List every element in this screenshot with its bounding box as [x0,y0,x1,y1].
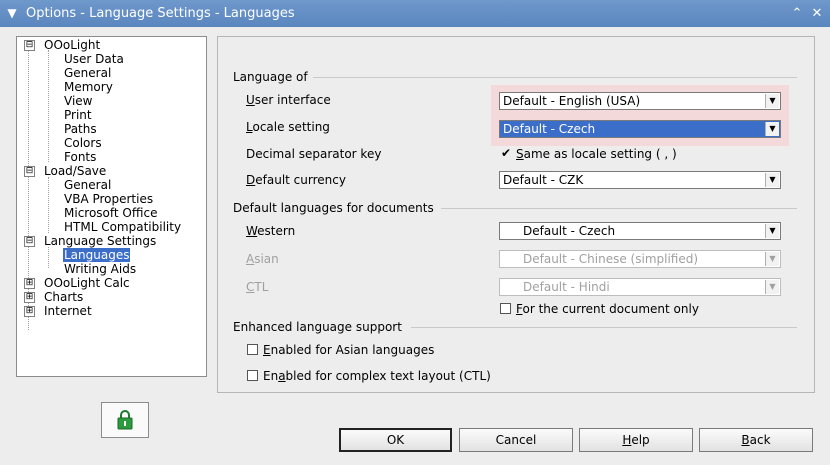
locale-setting-label: Locale setting [246,120,330,134]
tree-item-user-data[interactable]: User Data [64,52,124,66]
western-dropdown[interactable]: Default - Czech ▼ [499,222,781,240]
western-label: Western [246,224,296,238]
chevron-down-icon[interactable]: ▼ [765,173,779,187]
help-button[interactable]: Help [579,428,693,452]
tree-item-languages[interactable]: Languages [63,248,131,262]
asian-label: Asian [246,252,279,266]
tree-item-print[interactable]: Print [64,108,92,122]
ctl-dropdown[interactable]: Default - Hindi ▼ [499,278,781,296]
title-bar: ▼ Options - Language Settings - Language… [0,0,830,27]
cancel-button[interactable]: Cancel [459,428,573,452]
decimal-separator-label: Decimal separator key [246,147,382,161]
chevron-down-icon[interactable]: ▼ [765,94,779,108]
lock-button[interactable] [101,402,149,438]
tree-item-general[interactable]: General [64,66,111,80]
locale-setting-dropdown[interactable]: Default - Czech ▼ [499,120,781,138]
tree-item-html-compatibility[interactable]: HTML Compatibility [64,220,181,234]
tree-item-writing-aids[interactable]: Writing Aids [64,262,136,276]
tree-item-fonts[interactable]: Fonts [64,150,96,164]
tree-item-paths[interactable]: Paths [64,122,97,136]
tree-item-memory[interactable]: Memory [64,80,113,94]
same-as-locale-checkbox[interactable]: ✔ [500,147,511,159]
tree-item-vba-properties[interactable]: VBA Properties [64,192,153,206]
back-button[interactable]: Back [699,428,813,452]
default-currency-label: Default currency [246,173,346,187]
same-as-locale-label[interactable]: Same as locale setting ( , ) [516,147,677,161]
section-enhanced-language-support: Enhanced language support [233,320,402,334]
lock-icon [117,410,133,430]
close-icon[interactable]: ✕ [809,6,825,22]
asian-languages-checkbox[interactable] [247,344,258,355]
ctl-layout-label[interactable]: Enabled for complex text layout (CTL) [263,369,491,383]
section-default-languages: Default languages for documents [233,201,434,215]
window-title: Options - Language Settings - Languages [26,6,295,21]
asian-languages-label[interactable]: Enabled for Asian languages [263,343,434,357]
chevron-down-icon[interactable]: ▼ [765,252,779,266]
expand-icon[interactable]: ⊞ [24,278,35,289]
minimize-icon[interactable]: ⌃ [789,6,805,22]
separator [441,208,797,209]
current-document-only-label[interactable]: For the current document only [516,302,699,316]
collapse-icon[interactable]: ⊟ [24,166,35,177]
collapse-icon[interactable]: ⊟ [24,40,35,51]
separator [411,327,797,328]
ok-button[interactable]: OK [339,428,452,452]
section-language-of: Language of [233,70,308,84]
tree-item-view[interactable]: View [64,94,92,108]
user-interface-label: User interface [246,93,331,107]
default-currency-dropdown[interactable]: Default - CZK ▼ [499,171,781,189]
separator [313,77,797,78]
expand-icon[interactable]: ⊞ [24,306,35,317]
chevron-down-icon[interactable]: ▼ [5,6,19,20]
user-interface-dropdown[interactable]: Default - English (USA) ▼ [499,92,781,110]
ctl-label: CTL [246,280,269,294]
tree-item-colors[interactable]: Colors [64,136,102,150]
current-document-only-checkbox[interactable] [500,303,511,314]
collapse-icon[interactable]: ⊟ [24,236,35,247]
expand-icon[interactable]: ⊞ [24,292,35,303]
asian-dropdown[interactable]: Default - Chinese (simplified) ▼ [499,250,781,268]
chevron-down-icon[interactable]: ▼ [765,224,779,238]
chevron-down-icon[interactable]: ▼ [765,280,779,294]
ctl-layout-checkbox[interactable] [247,370,258,381]
tree-item-general[interactable]: General [64,178,111,192]
tree-item-microsoft-office[interactable]: Microsoft Office [64,206,157,220]
chevron-down-icon[interactable]: ▼ [765,122,779,136]
options-tree[interactable]: ⊟ OOoLight User Data General Memory View … [16,36,207,377]
